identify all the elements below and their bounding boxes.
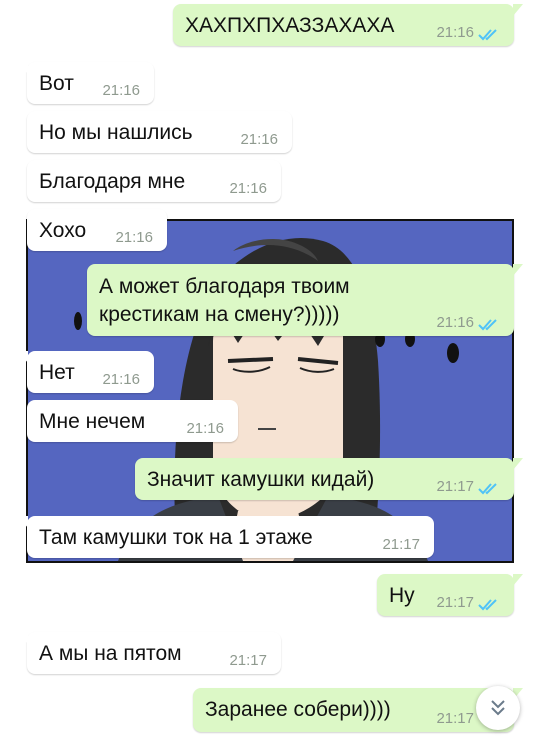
message-time: 21:17 [436,710,474,727]
message-time: 21:16 [436,24,474,41]
message-time: 21:16 [102,371,140,388]
message-time: 21:16 [229,180,267,197]
message-text: Ну [389,584,415,607]
message-time: 21:17 [436,594,474,611]
message-text: Значит камушки кидай) [147,468,375,491]
message-bubble-incoming[interactable]: Вот 21:16 [18,62,154,104]
message-bubble-incoming[interactable]: А мы на пятом 21:17 [18,632,281,674]
double-chevron-down-icon [491,700,505,716]
message-time: 21:16 [186,420,224,437]
message-text: ХАХПХПХАЗЗАХАХА [185,14,395,37]
message-text: Благодаря мне [39,170,186,193]
message-time: 21:17 [436,478,474,495]
message-text: Там камушки ток на 1 этаже [39,526,313,549]
message-time: 21:16 [115,229,153,246]
message-time: 21:16 [240,131,278,148]
message-bubble-incoming[interactable]: Мне нечем 21:16 [27,400,238,442]
message-text: Мне нечем [39,410,146,433]
message-time: 21:17 [229,652,267,669]
message-bubble-incoming[interactable]: Хохо 21:16 [27,209,167,251]
message-text: Но мы нашлись [39,121,193,144]
message-text: Заранее собери)))) [205,698,391,721]
message-time: 21:17 [382,536,420,553]
message-text: А мы на пятом [39,642,182,665]
message-bubble-incoming[interactable]: Но мы нашлись 21:16 [27,111,292,153]
message-text: Вот [39,72,74,95]
message-text: Нет [39,361,75,384]
message-bubble-outgoing[interactable]: А может благодаря твоим крестикам на сме… [87,264,523,336]
double-check-icon [478,483,497,495]
message-bubble-outgoing[interactable]: Заранее собери)))) 21:17 [193,688,523,732]
double-check-icon [478,599,497,611]
message-text: Хохо [39,219,87,242]
message-text-line: А может благодаря твоим [99,275,350,298]
double-check-icon [478,29,497,41]
message-bubble-incoming[interactable]: Там камушки ток на 1 этаже 21:17 [18,516,434,558]
message-bubble-outgoing[interactable]: ХАХПХПХАЗЗАХАХА 21:16 [173,4,523,46]
double-check-icon [478,319,497,331]
message-bubble-incoming[interactable]: Благодаря мне 21:16 [27,160,281,202]
scroll-down-button[interactable] [476,686,520,730]
message-bubble-incoming[interactable]: Нет 21:16 [18,351,154,393]
message-bubble-outgoing[interactable]: Ну 21:17 [377,574,523,616]
message-time: 21:16 [436,314,474,331]
message-bubble-outgoing[interactable]: Значит камушки кидай) 21:17 [135,458,523,500]
chat-area: ХАХПХПХАЗЗАХАХА 21:16 Вот 21:16 Но мы на… [0,0,540,744]
message-time: 21:16 [102,82,140,99]
